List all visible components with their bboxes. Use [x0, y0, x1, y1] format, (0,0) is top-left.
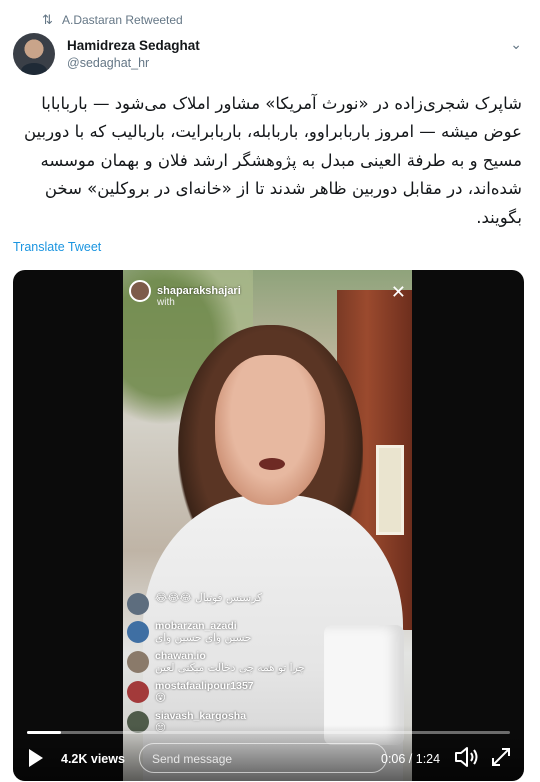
progress-bar[interactable] — [27, 731, 510, 734]
fullscreen-icon[interactable] — [489, 745, 513, 769]
comment-avatar — [127, 621, 149, 643]
comment-message: چرا تو همه چی دخالت میکنی لعین — [155, 662, 305, 674]
retweet-label[interactable]: A.Dastaran Retweeted — [62, 13, 183, 27]
play-icon[interactable] — [29, 749, 43, 767]
video-person-face — [215, 355, 325, 505]
comment-username: chawan.io — [155, 650, 206, 662]
comment-message: 😂😂😂 کرسنس فوتبال — [155, 592, 263, 604]
avatar[interactable] — [13, 33, 55, 75]
comment-avatar — [127, 651, 149, 673]
retweet-icon: ⇅ — [42, 12, 53, 27]
comment-username: mostafaalipour1357 — [155, 680, 254, 692]
video-person-mouth — [259, 458, 285, 470]
video-player[interactable]: shaparakshajari with ✕ 😂😂😂 کرسنس فوتبال … — [13, 270, 524, 781]
live-avatar — [129, 280, 151, 302]
live-comment: mostafaalipour1357 😮 — [127, 680, 254, 704]
author-handle[interactable]: @sedaghat_hr — [67, 56, 149, 70]
volume-icon[interactable] — [453, 745, 481, 769]
video-frame[interactable]: shaparakshajari with ✕ 😂😂😂 کرسنس فوتبال … — [123, 270, 412, 781]
comment-avatar — [127, 593, 149, 615]
live-comment: mobarzan_azadi حسین وای حسین وای — [127, 620, 251, 644]
close-icon: ✕ — [390, 282, 406, 302]
comment-message: حسین وای حسین وای — [155, 632, 252, 644]
live-comment: 😂😂😂 کرسنس فوتبال — [127, 592, 262, 615]
retweet-header[interactable]: ⇅ A.Dastaran Retweeted — [42, 12, 183, 28]
author-name[interactable]: Hamidreza Sedaghat — [67, 38, 200, 53]
comment-username: mobarzan_azadi — [155, 620, 237, 632]
comment-message: 😮 — [155, 692, 166, 704]
translate-tweet-link[interactable]: Translate Tweet — [13, 240, 101, 254]
progress-fill — [27, 731, 61, 734]
live-header: shaparakshajari — [129, 280, 241, 302]
live-comment: chawan.io چرا تو همه چی دخالت میکنی لعین — [127, 650, 305, 674]
chevron-down-icon[interactable]: ⌄ — [510, 36, 522, 53]
view-count: 4.2K views — [61, 752, 125, 766]
playback-time: 0:06 / 1:24 — [381, 752, 441, 766]
tweet-text: شاپرک شجری‌زاده در «نورث آمریکا» مشاور ا… — [23, 94, 522, 227]
video-background-window — [376, 445, 404, 535]
video-controls: 4.2K views Send message 0:06 / 1:24 — [13, 725, 524, 781]
comment-avatar — [127, 681, 149, 703]
live-subtitle: with — [157, 297, 175, 308]
live-username: shaparakshajari — [157, 285, 241, 297]
send-message-input[interactable]: Send message — [139, 743, 387, 773]
comment-username: siavash_kargosha — [155, 710, 247, 722]
